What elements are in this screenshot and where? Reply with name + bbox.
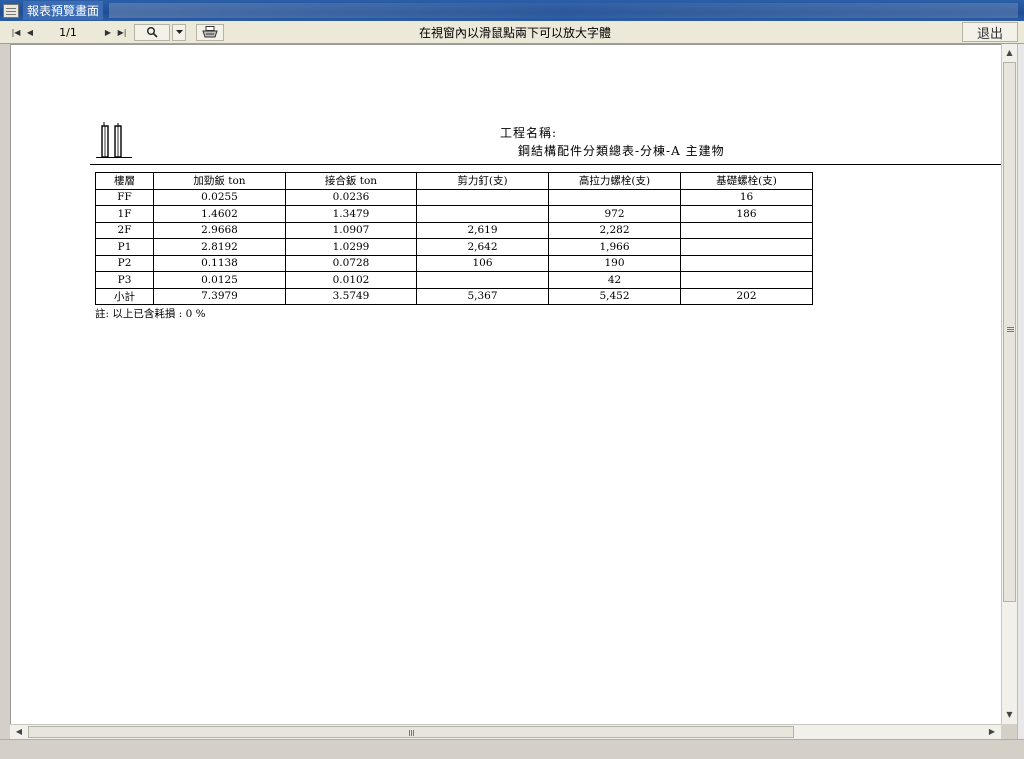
window-title: 報表預覽畫面: [23, 1, 104, 20]
column-header: 剪力釘(支): [416, 172, 549, 190]
scroll-up-icon[interactable]: ▲: [1002, 46, 1017, 60]
wastage-note: 註: 以上已含耗損 : 0 %: [95, 308, 206, 320]
table-cell: [680, 221, 813, 239]
zoom-dropdown-button[interactable]: [172, 23, 186, 41]
title-bar: 報表預覽畫面: [0, 0, 1024, 21]
scroll-left-icon[interactable]: ◀: [12, 725, 26, 739]
magnifier-icon: [147, 27, 158, 38]
status-bar: [0, 739, 1024, 759]
table-cell: 0.0728: [285, 254, 417, 272]
title-bar-obscured-area: [109, 3, 1018, 18]
printer-icon: [202, 26, 218, 38]
zoom-hint-text: 在視窗內以滑鼠點兩下可以放大字體: [418, 26, 611, 40]
project-name-label: 工程名稱:: [500, 126, 558, 140]
table-cell: 1.4602: [153, 205, 286, 223]
table-cell: [680, 238, 813, 256]
table-cell: 5,367: [416, 287, 549, 305]
table-cell: 2,619: [416, 221, 549, 239]
horizontal-scrollbar[interactable]: ◀ ▶: [10, 724, 1001, 739]
report-title: 鋼結構配件分類總表-分棟-A 主建物: [518, 144, 725, 158]
table-cell: 186: [680, 205, 813, 223]
column-header: 高拉力螺栓(支): [548, 172, 681, 190]
table-row: FF 0.0255 0.0236 16: [95, 188, 813, 206]
table-cell: 2,282: [548, 221, 681, 239]
page-indicator: 1/1: [59, 25, 77, 39]
table-cell: [416, 205, 549, 223]
table-cell: 2.8192: [153, 238, 286, 256]
column-header: 接合鈑 ton: [285, 172, 417, 190]
table-cell: [548, 188, 681, 206]
grip-icon: [409, 730, 410, 736]
table-cell: 2F: [95, 221, 154, 239]
table-row: P3 0.0125 0.0102 42: [95, 271, 813, 289]
table-cell: 5,452: [548, 287, 681, 305]
last-page-icon[interactable]: ▶|: [116, 24, 128, 41]
table-row: P2 0.1138 0.0728 106 190: [95, 254, 813, 272]
table-cell: 1,966: [548, 238, 681, 256]
window-edge: [1017, 44, 1024, 739]
table-row: P1 2.8192 1.0299 2,642 1,966: [95, 238, 813, 256]
table-cell: 1.0907: [285, 221, 417, 239]
exit-button[interactable]: 退出: [962, 22, 1018, 42]
table-row: 2F 2.9668 1.0907 2,619 2,282: [95, 221, 813, 239]
table-cell: [680, 271, 813, 289]
table-cell: P1: [95, 238, 154, 256]
table-cell: 0.1138: [153, 254, 286, 272]
table-cell: P3: [95, 271, 154, 289]
company-logo-icon: [96, 122, 132, 158]
table-cell: [416, 271, 549, 289]
table-cell: 106: [416, 254, 549, 272]
app-icon: [3, 3, 19, 18]
table-cell: 3.5749: [285, 287, 417, 305]
table-cell: 1F: [95, 205, 154, 223]
table-cell: 42: [548, 271, 681, 289]
zoom-button[interactable]: [134, 23, 170, 41]
table-cell: 0.0102: [285, 271, 417, 289]
table-cell: 1.3479: [285, 205, 417, 223]
table-cell: [680, 254, 813, 272]
vertical-scrollbar[interactable]: ▲ ▼: [1001, 44, 1017, 724]
table-cell: 972: [548, 205, 681, 223]
grip-icon: [1007, 327, 1014, 328]
table-cell: 7.3979: [153, 287, 286, 305]
table-cell: 小計: [95, 287, 154, 305]
table-cell: [416, 188, 549, 206]
vertical-scroll-thumb[interactable]: [1003, 62, 1016, 602]
next-page-icon[interactable]: ▶: [102, 24, 114, 41]
first-page-icon[interactable]: |◀: [10, 24, 22, 41]
scroll-down-icon[interactable]: ▼: [1002, 708, 1017, 722]
horizontal-scroll-thumb[interactable]: [28, 726, 794, 738]
column-header: 加勁鈑 ton: [153, 172, 286, 190]
table-header-row: 樓層 加勁鈑 ton 接合鈑 ton 剪力釘(支) 高拉力螺栓(支) 基礎螺栓(…: [95, 172, 813, 190]
table-cell: 1.0299: [285, 238, 417, 256]
table-cell: FF: [95, 188, 154, 206]
table-cell: 0.0125: [153, 271, 286, 289]
table-cell: 0.0255: [153, 188, 286, 206]
table-cell: 202: [680, 287, 813, 305]
print-button[interactable]: [196, 23, 224, 41]
table-total-row: 小計 7.3979 3.5749 5,367 5,452 202: [95, 287, 813, 305]
report-viewport[interactable]: [10, 44, 1001, 724]
toolbar: |◀ ◀ 1/1 ▶ ▶| 在視窗內以滑鼠點兩下可以放大字體 退出: [0, 21, 1024, 44]
table-cell: 0.0236: [285, 188, 417, 206]
table-cell: P2: [95, 254, 154, 272]
prev-page-icon[interactable]: ◀: [24, 24, 36, 41]
scroll-right-icon[interactable]: ▶: [985, 725, 999, 739]
column-header: 基礎螺栓(支): [680, 172, 813, 190]
table-cell: 190: [548, 254, 681, 272]
table-cell: 16: [680, 188, 813, 206]
table-cell: 2.9668: [153, 221, 286, 239]
table-row: 1F 1.4602 1.3479 972 186: [95, 205, 813, 223]
summary-table: 樓層 加勁鈑 ton 接合鈑 ton 剪力釘(支) 高拉力螺栓(支) 基礎螺栓(…: [95, 172, 813, 305]
header-divider: [90, 164, 1001, 165]
table-cell: 2,642: [416, 238, 549, 256]
chevron-down-icon: [175, 29, 183, 34]
column-header: 樓層: [95, 172, 154, 190]
